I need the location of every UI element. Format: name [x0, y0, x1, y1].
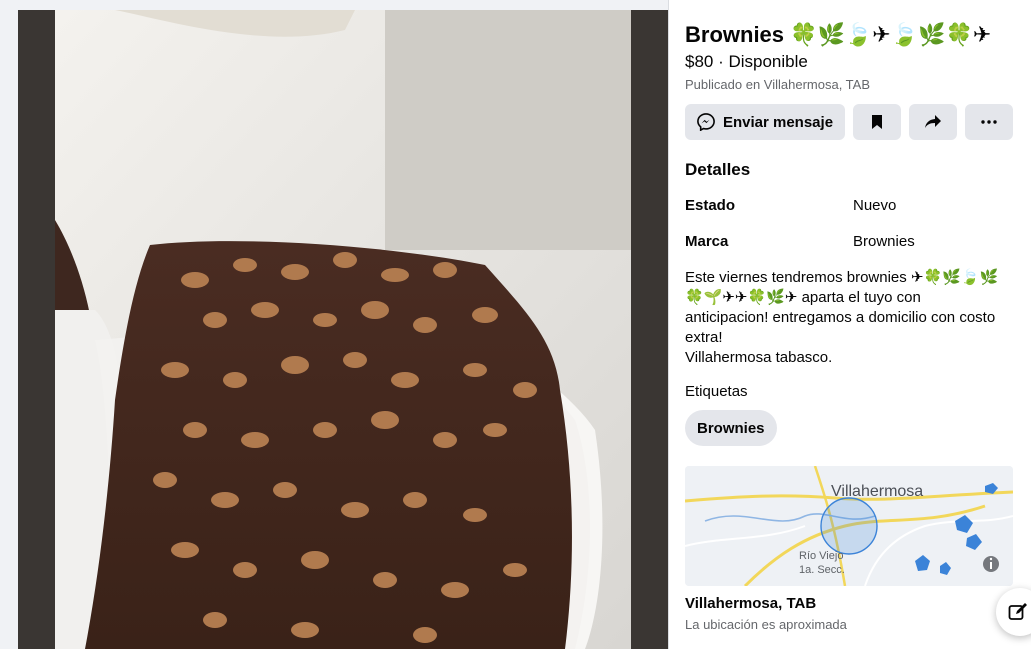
top-margin: [18, 0, 668, 10]
marketplace-listing-page: Brownies 🍀🌿🍃✈🍃🌿🍀✈ $80 · Disponible Publi…: [0, 0, 1031, 649]
action-bar: Enviar mensaje: [685, 104, 1013, 140]
bookmark-icon: [870, 114, 884, 130]
more-icon: [981, 120, 997, 124]
detail-value: Nuevo: [853, 197, 897, 214]
brownie-photo: [55, 10, 631, 649]
map-area-text-1: Río Viejo: [799, 550, 843, 562]
compose-icon: [1008, 602, 1028, 622]
more-options-button[interactable]: [965, 104, 1013, 140]
tag-chip[interactable]: Brownies: [685, 410, 777, 446]
messenger-icon: [697, 113, 715, 131]
save-button[interactable]: [853, 104, 901, 140]
details-heading: Detalles: [685, 160, 751, 179]
map-graphic: Villahermosa Río Viejo 1a. Secc.: [685, 466, 1013, 586]
map-location-note: La ubicación es aproximada: [685, 617, 847, 632]
share-icon: [924, 114, 942, 130]
detail-row-brand: Marca Brownies: [685, 233, 1015, 250]
listing-photo-viewer[interactable]: [18, 10, 668, 649]
send-message-label: Enviar mensaje: [722, 113, 834, 131]
left-margin: [0, 0, 18, 649]
listing-location: Publicado en Villahermosa, TAB: [685, 77, 870, 92]
detail-row-condition: Estado Nuevo: [685, 197, 1015, 214]
listing-details-panel: Brownies 🍀🌿🍃✈🍃🌿🍀✈ $80 · Disponible Publi…: [668, 0, 1031, 649]
listing-description: Este viernes tendremos brownies ✈🍀🌿🍃🌿 🍀🌱…: [685, 269, 999, 366]
detail-key: Marca: [685, 233, 729, 250]
detail-key: Estado: [685, 197, 736, 214]
tags-heading: Etiquetas: [685, 383, 748, 400]
location-map[interactable]: Villahermosa Río Viejo 1a. Secc.: [685, 466, 1013, 586]
send-message-button[interactable]: Enviar mensaje: [685, 104, 845, 140]
listing-title: Brownies 🍀🌿🍃✈🍃🌿🍀✈: [685, 22, 992, 47]
map-area-text-2: 1a. Secc.: [799, 564, 845, 576]
map-location-title: Villahermosa, TAB: [685, 595, 817, 612]
map-city-text: Villahermosa: [831, 483, 923, 500]
listing-price-status: $80 · Disponible: [685, 52, 808, 71]
detail-value: Brownies: [853, 233, 915, 250]
share-button[interactable]: [909, 104, 957, 140]
